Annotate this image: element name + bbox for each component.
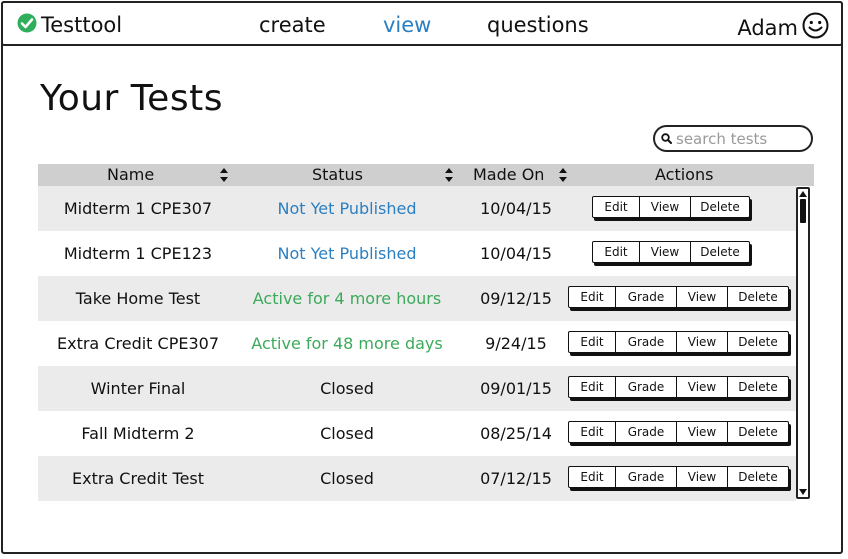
nav-view[interactable]: view bbox=[383, 13, 431, 37]
test-date: 09/12/15 bbox=[480, 289, 552, 308]
test-name: Extra Credit CPE307 bbox=[57, 334, 219, 353]
view-button[interactable]: View bbox=[677, 287, 728, 307]
search-input[interactable] bbox=[676, 129, 801, 148]
table-row[interactable]: Extra Credit CPE307 Active for 48 more da… bbox=[38, 321, 796, 366]
test-status: Not Yet Published bbox=[277, 244, 417, 263]
table-row[interactable]: Extra Credit Test Closed 07/12/15 Edit Grade… bbox=[38, 456, 796, 501]
nav-questions[interactable]: questions bbox=[487, 13, 589, 37]
scroll-up-icon[interactable] bbox=[798, 189, 808, 199]
sort-status-icon[interactable] bbox=[444, 167, 454, 183]
check-circle-icon bbox=[17, 13, 37, 37]
view-button[interactable]: View bbox=[677, 467, 728, 487]
table-header: Name Status Made On Actions bbox=[38, 164, 814, 186]
table-row[interactable]: Fall Midterm 2 Closed 08/25/14 Edit Grade Vie… bbox=[38, 411, 796, 456]
view-button[interactable]: View bbox=[677, 332, 728, 352]
edit-button[interactable]: Edit bbox=[593, 242, 640, 262]
table-row[interactable]: Midterm 1 CPE307 Not Yet Published 10/04/1… bbox=[38, 186, 796, 231]
edit-button[interactable]: Edit bbox=[569, 377, 616, 397]
test-name: Extra Credit Test bbox=[71, 469, 205, 488]
test-status: Not Yet Published bbox=[277, 199, 417, 218]
scroll-down-icon[interactable] bbox=[798, 487, 808, 497]
view-button[interactable]: View bbox=[677, 377, 728, 397]
test-status: Closed bbox=[320, 379, 374, 398]
sort-made-on-icon[interactable] bbox=[558, 167, 568, 183]
delete-button[interactable]: Delete bbox=[728, 467, 788, 487]
delete-button[interactable]: Delete bbox=[728, 332, 788, 352]
action-buttons: Edit Grade View Delete bbox=[568, 331, 789, 353]
grade-button[interactable]: Grade bbox=[616, 332, 677, 352]
page-title: Your Tests bbox=[40, 78, 223, 119]
header-status[interactable]: Status bbox=[312, 165, 363, 184]
test-date: 9/24/15 bbox=[485, 334, 547, 353]
test-name: Midterm 1 CPE307 bbox=[63, 199, 213, 218]
delete-button[interactable]: Delete bbox=[728, 422, 788, 442]
sort-name-icon[interactable] bbox=[219, 167, 229, 183]
view-button[interactable]: View bbox=[640, 197, 691, 217]
test-date: 07/12/15 bbox=[480, 469, 552, 488]
edit-button[interactable]: Edit bbox=[569, 287, 616, 307]
smiley-icon bbox=[802, 12, 829, 44]
test-name: Take Home Test bbox=[75, 289, 201, 308]
view-button[interactable]: View bbox=[677, 422, 728, 442]
app-name: Testtool bbox=[41, 13, 123, 37]
test-status: Active for 48 more days bbox=[251, 334, 443, 353]
header-actions: Actions bbox=[655, 165, 714, 184]
action-buttons: Edit Grade View Delete bbox=[568, 286, 789, 308]
grade-button[interactable]: Grade bbox=[616, 287, 677, 307]
header-made-on[interactable]: Made On bbox=[473, 165, 544, 184]
test-name: Midterm 1 CPE123 bbox=[63, 244, 213, 263]
action-buttons: Edit Grade View Delete bbox=[568, 376, 789, 398]
test-date: 09/01/15 bbox=[480, 379, 552, 398]
search-icon bbox=[661, 129, 672, 148]
action-buttons: Edit View Delete bbox=[592, 196, 750, 218]
test-date: 08/25/14 bbox=[480, 424, 552, 443]
search-box[interactable] bbox=[653, 125, 813, 152]
nav-create[interactable]: create bbox=[259, 13, 326, 37]
edit-button[interactable]: Edit bbox=[569, 467, 616, 487]
table-row[interactable]: Midterm 1 CPE123 Not Yet Published 10/04/1… bbox=[38, 231, 796, 276]
brand[interactable]: Testtool bbox=[17, 13, 122, 37]
header-name[interactable]: Name bbox=[107, 165, 154, 184]
scroll-thumb[interactable] bbox=[800, 199, 806, 223]
action-buttons: Edit Grade View Delete bbox=[568, 466, 789, 488]
delete-button[interactable]: Delete bbox=[728, 287, 788, 307]
action-buttons: Edit Grade View Delete bbox=[568, 421, 789, 443]
edit-button[interactable]: Edit bbox=[569, 422, 616, 442]
action-buttons: Edit View Delete bbox=[592, 241, 750, 263]
test-status: Closed bbox=[320, 469, 374, 488]
test-status: Active for 4 more hours bbox=[252, 289, 442, 308]
test-name: Fall Midterm 2 bbox=[81, 424, 195, 443]
edit-button[interactable]: Edit bbox=[569, 332, 616, 352]
test-date: 10/04/15 bbox=[480, 199, 552, 218]
top-bar: Testtool create view questions Adam bbox=[1, 1, 843, 46]
user-name: Adam bbox=[737, 16, 798, 40]
delete-button[interactable]: Delete bbox=[691, 197, 749, 217]
grade-button[interactable]: Grade bbox=[616, 422, 677, 442]
test-date: 10/04/15 bbox=[480, 244, 552, 263]
view-button[interactable]: View bbox=[640, 242, 691, 262]
table-scrollbar[interactable] bbox=[796, 187, 810, 499]
table-row[interactable]: Take Home Test Active for 4 more hours 09/… bbox=[38, 276, 796, 321]
test-name: Winter Final bbox=[90, 379, 186, 398]
delete-button[interactable]: Delete bbox=[728, 377, 788, 397]
table-row[interactable]: Winter Final Closed 09/01/15 Edit Grade View D… bbox=[38, 366, 796, 411]
delete-button[interactable]: Delete bbox=[691, 242, 749, 262]
user-menu[interactable]: Adam bbox=[737, 12, 829, 44]
edit-button[interactable]: Edit bbox=[593, 197, 640, 217]
grade-button[interactable]: Grade bbox=[616, 377, 677, 397]
grade-button[interactable]: Grade bbox=[616, 467, 677, 487]
test-status: Closed bbox=[320, 424, 374, 443]
